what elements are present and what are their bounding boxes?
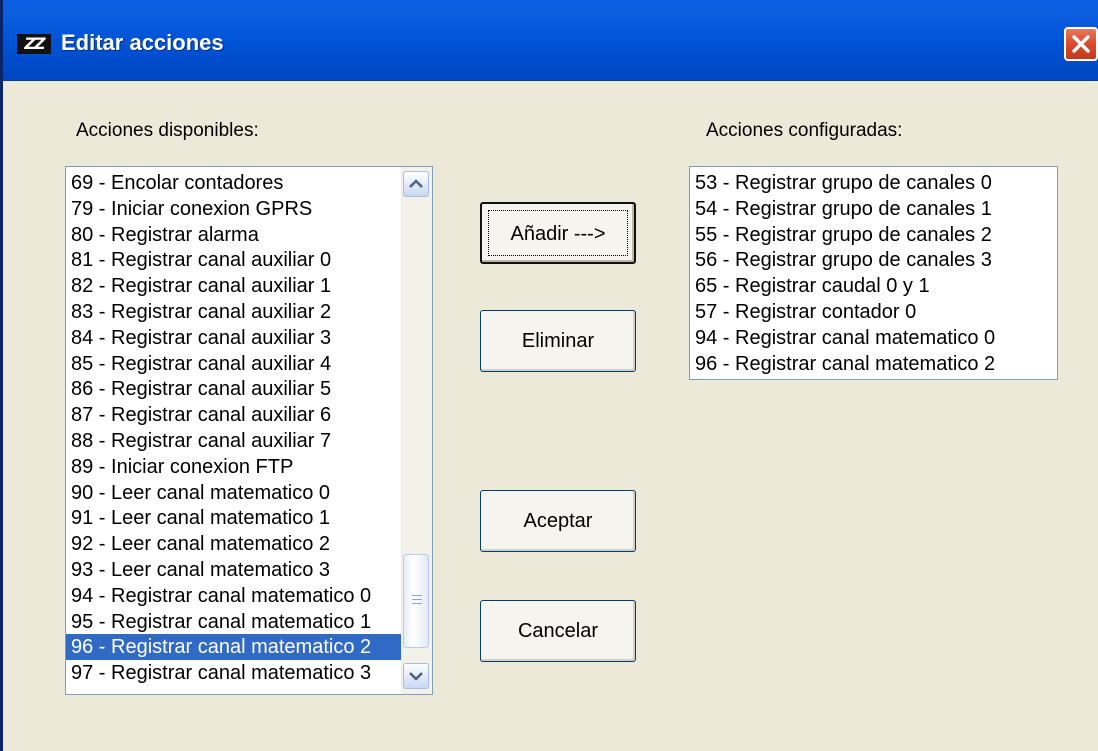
chevron-down-icon bbox=[409, 672, 423, 681]
list-item[interactable]: 86 - Registrar canal auxiliar 5 bbox=[66, 376, 402, 402]
chevron-up-icon bbox=[409, 179, 423, 188]
available-actions-label: Acciones disponibles: bbox=[76, 120, 259, 141]
list-item[interactable]: 93 - Leer canal matematico 3 bbox=[66, 557, 402, 583]
scroll-up-button[interactable] bbox=[403, 171, 429, 197]
list-item[interactable]: 82 - Registrar canal auxiliar 1 bbox=[66, 273, 402, 299]
window-title: Editar acciones bbox=[61, 30, 224, 55]
list-item[interactable]: 81 - Registrar canal auxiliar 0 bbox=[66, 247, 402, 273]
close-button[interactable] bbox=[1064, 27, 1098, 61]
remove-button[interactable]: Eliminar bbox=[480, 310, 636, 372]
list-item[interactable]: 84 - Registrar canal auxiliar 3 bbox=[66, 325, 402, 351]
list-item[interactable]: 88 - Registrar canal auxiliar 7 bbox=[66, 428, 402, 454]
configured-items-container: 53 - Registrar grupo de canales 0 54 - Re… bbox=[690, 170, 1055, 376]
list-item[interactable]: 54 - Registrar grupo de canales 1 bbox=[690, 196, 1055, 222]
list-item[interactable]: 96 - Registrar canal matematico 2 bbox=[690, 351, 1055, 377]
list-item[interactable]: 85 - Registrar canal auxiliar 4 bbox=[66, 351, 402, 377]
cancel-button[interactable]: Cancelar bbox=[480, 600, 636, 662]
list-item[interactable]: 69 - Encolar contadores bbox=[66, 170, 402, 196]
title-bar[interactable]: ZZ Editar acciones bbox=[3, 0, 1098, 81]
scroll-down-button[interactable] bbox=[403, 663, 429, 689]
scroll-grip-icon bbox=[412, 595, 422, 607]
available-actions-list[interactable]: 69 - Encolar contadores 79 - Iniciar cone… bbox=[65, 166, 433, 695]
configured-actions-list[interactable]: 53 - Registrar grupo de canales 0 54 - Re… bbox=[689, 166, 1058, 380]
app-logo-icon: ZZ bbox=[17, 34, 51, 54]
list-item[interactable]: 79 - Iniciar conexion GPRS bbox=[66, 196, 402, 222]
available-list-scrollbar[interactable] bbox=[401, 167, 432, 694]
accept-button[interactable]: Aceptar bbox=[480, 490, 636, 552]
scroll-thumb[interactable] bbox=[403, 554, 429, 648]
list-item-selected[interactable]: 96 - Registrar canal matematico 2 bbox=[66, 634, 402, 661]
list-item[interactable]: 97 - Registrar canal matematico 3 bbox=[66, 660, 402, 686]
close-icon bbox=[1072, 35, 1090, 53]
add-button-label: Añadir ---> bbox=[488, 210, 628, 256]
list-item[interactable]: 57 - Registrar contador 0 bbox=[690, 299, 1055, 325]
available-items-container: 69 - Encolar contadores 79 - Iniciar cone… bbox=[66, 170, 402, 686]
list-item[interactable]: 87 - Registrar canal auxiliar 6 bbox=[66, 402, 402, 428]
list-item[interactable]: 94 - Registrar canal matematico 0 bbox=[690, 325, 1055, 351]
list-item[interactable]: 89 - Iniciar conexion FTP bbox=[66, 454, 402, 480]
list-item[interactable]: 94 - Registrar canal matematico 0 bbox=[66, 583, 402, 609]
list-item[interactable]: 90 - Leer canal matematico 0 bbox=[66, 480, 402, 506]
dialog-window: ZZ Editar acciones Acciones disponibles:… bbox=[0, 0, 1098, 751]
list-item[interactable]: 80 - Registrar alarma bbox=[66, 222, 402, 248]
list-item[interactable]: 83 - Registrar canal auxiliar 2 bbox=[66, 299, 402, 325]
list-item[interactable]: 65 - Registrar caudal 0 y 1 bbox=[690, 273, 1055, 299]
configured-actions-label: Acciones configuradas: bbox=[706, 120, 903, 141]
list-item[interactable]: 56 - Registrar grupo de canales 3 bbox=[690, 247, 1055, 273]
add-button[interactable]: Añadir ---> bbox=[480, 202, 636, 264]
list-item[interactable]: 55 - Registrar grupo de canales 2 bbox=[690, 222, 1055, 248]
list-item[interactable]: 91 - Leer canal matematico 1 bbox=[66, 505, 402, 531]
list-item[interactable]: 95 - Registrar canal matematico 1 bbox=[66, 609, 402, 635]
list-item[interactable]: 92 - Leer canal matematico 2 bbox=[66, 531, 402, 557]
list-item[interactable]: 53 - Registrar grupo de canales 0 bbox=[690, 170, 1055, 196]
